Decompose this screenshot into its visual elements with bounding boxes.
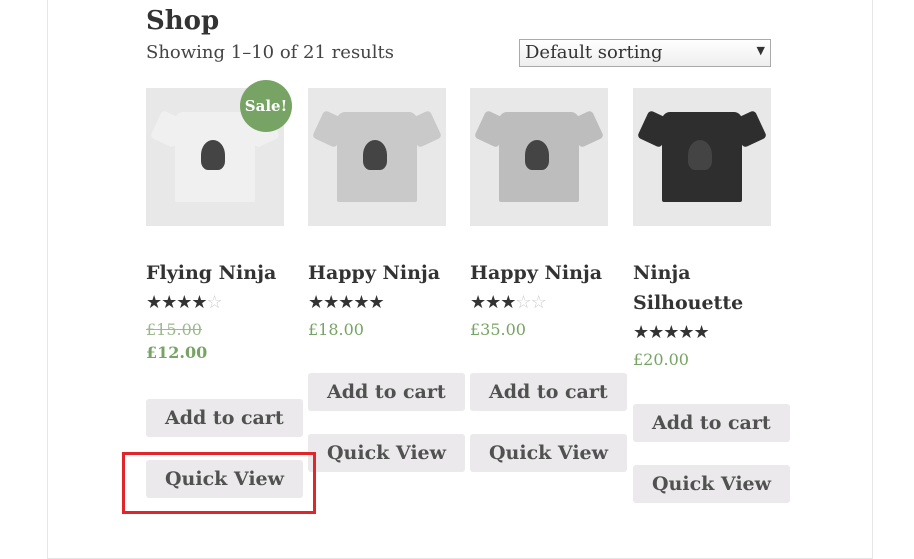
price: £35.00 [470,320,526,339]
star-rating: ★★★★★ [633,322,710,343]
product-image[interactable] [308,88,446,226]
product-image[interactable] [633,88,771,226]
quick-view-button[interactable]: Quick View [633,465,791,503]
page-title: Shop [146,6,220,36]
ninja-icon [688,140,712,170]
price: £12.00 [146,343,208,362]
sorting-value: Default sorting [525,42,663,63]
add-to-cart-button[interactable]: Add to cart [470,373,627,411]
product-card: Happy Ninja ★★★★★ £18.00 Add to cart Qui… [308,88,466,472]
star-rating: ★★★☆☆ [470,292,547,313]
product-name[interactable]: Happy Ninja [470,258,610,288]
result-count: Showing 1–10 of 21 results [146,42,395,63]
price: £20.00 [633,350,689,369]
ninja-icon [201,140,225,170]
product-image[interactable] [470,88,608,226]
product-name[interactable]: Ninja Silhouette [633,258,773,318]
product-name[interactable]: Happy Ninja [308,258,448,288]
add-to-cart-button[interactable]: Add to cart [633,404,790,442]
add-to-cart-button[interactable]: Add to cart [308,373,465,411]
add-to-cart-button[interactable]: Add to cart [146,399,303,437]
star-rating: ★★★★☆ [146,292,223,313]
sorting-select[interactable]: Default sorting ▼ [519,39,771,67]
quick-view-button[interactable]: Quick View [308,434,466,472]
price: £18.00 [308,320,364,339]
quick-view-button[interactable]: Quick View [470,434,628,472]
ninja-icon [525,140,549,170]
product-card: Ninja Silhouette ★★★★★ £20.00 Add to car… [633,88,791,503]
ninja-icon [363,140,387,170]
highlight-box [122,452,316,514]
star-rating: ★★★★★ [308,292,385,313]
product-card: Happy Ninja ★★★☆☆ £35.00 Add to cart Qui… [470,88,628,472]
sale-badge: Sale! [240,80,292,132]
product-name[interactable]: Flying Ninja [146,258,286,288]
dropdown-arrow-icon: ▼ [756,44,765,57]
old-price: £15.00 [146,320,202,339]
